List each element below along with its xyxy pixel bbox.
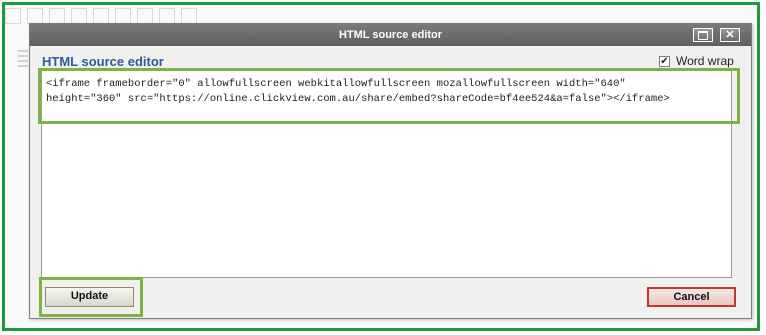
maximize-icon xyxy=(698,31,708,40)
word-wrap-label[interactable]: Word wrap xyxy=(676,54,734,68)
checkmark-icon: ✔ xyxy=(660,56,669,67)
word-wrap-checkbox[interactable]: ✔ xyxy=(659,56,670,67)
close-icon: ✕ xyxy=(725,29,735,41)
maximize-button[interactable] xyxy=(693,28,713,42)
editor-heading: HTML source editor xyxy=(42,54,164,69)
html-source-editor-dialog: HTML source editor ✕ HTML source editor … xyxy=(29,23,752,319)
close-button[interactable]: ✕ xyxy=(720,28,740,42)
code-highlight-box xyxy=(38,68,740,124)
update-highlight-box xyxy=(39,277,143,317)
cancel-button[interactable]: Cancel xyxy=(647,287,736,307)
dialog-titlebar[interactable]: HTML source editor ✕ xyxy=(30,24,751,46)
dialog-title: HTML source editor xyxy=(338,29,443,41)
